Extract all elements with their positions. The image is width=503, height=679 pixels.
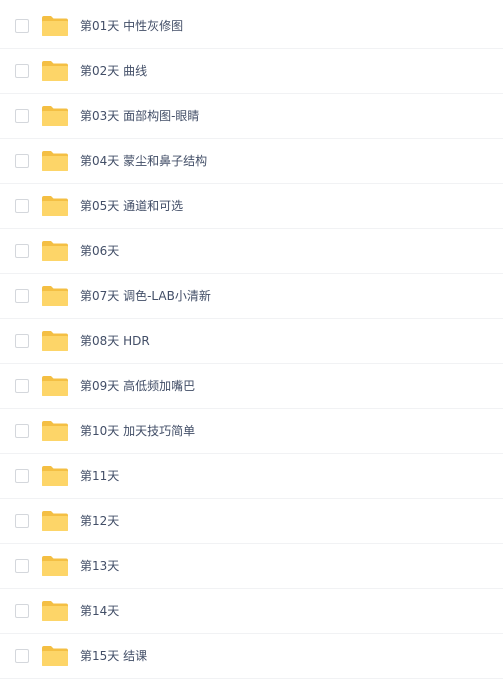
file-row[interactable]: 第04天 蒙尘和鼻子结构 (0, 139, 503, 184)
row-checkbox[interactable] (15, 19, 29, 33)
folder-icon[interactable] (41, 600, 69, 622)
row-checkbox[interactable] (15, 334, 29, 348)
file-row[interactable]: 第06天 (0, 229, 503, 274)
file-row[interactable]: 第10天 加天技巧简单 (0, 409, 503, 454)
file-row[interactable]: 第07天 调色-LAB小清新 (0, 274, 503, 319)
folder-name[interactable]: 第04天 蒙尘和鼻子结构 (80, 153, 207, 169)
folder-name[interactable]: 第03天 面部构图-眼睛 (80, 108, 199, 124)
row-checkbox[interactable] (15, 109, 29, 123)
folder-icon[interactable] (41, 555, 69, 577)
folder-name[interactable]: 第15天 结课 (80, 648, 147, 664)
folder-icon[interactable] (41, 15, 69, 37)
file-row[interactable]: 第08天 HDR (0, 319, 503, 364)
file-row[interactable]: 第12天 (0, 499, 503, 544)
folder-name[interactable]: 第13天 (80, 558, 119, 574)
row-checkbox[interactable] (15, 604, 29, 618)
folder-icon[interactable] (41, 465, 69, 487)
row-checkbox[interactable] (15, 244, 29, 258)
folder-icon[interactable] (41, 105, 69, 127)
folder-icon[interactable] (41, 60, 69, 82)
file-row[interactable]: 第02天 曲线 (0, 49, 503, 94)
folder-icon[interactable] (41, 420, 69, 442)
folder-icon[interactable] (41, 150, 69, 172)
file-list: 第01天 中性灰修图 第02天 曲线第03天 面部构图-眼睛 第04天 蒙尘和鼻子结… (0, 0, 503, 679)
folder-name[interactable]: 第09天 高低频加嘴巴 (80, 378, 195, 394)
folder-name[interactable]: 第10天 加天技巧简单 (80, 423, 195, 439)
folder-icon[interactable] (41, 195, 69, 217)
file-row[interactable]: 第13天 (0, 544, 503, 589)
row-checkbox[interactable] (15, 514, 29, 528)
folder-name[interactable]: 第14天 (80, 603, 119, 619)
row-checkbox[interactable] (15, 469, 29, 483)
file-row[interactable]: 第03天 面部构图-眼睛 (0, 94, 503, 139)
folder-name[interactable]: 第12天 (80, 513, 119, 529)
folder-icon[interactable] (41, 510, 69, 532)
row-checkbox[interactable] (15, 379, 29, 393)
folder-name[interactable]: 第07天 调色-LAB小清新 (80, 288, 211, 304)
row-checkbox[interactable] (15, 424, 29, 438)
folder-icon[interactable] (41, 330, 69, 352)
file-row[interactable]: 第14天 (0, 589, 503, 634)
folder-name[interactable]: 第11天 (80, 468, 119, 484)
row-checkbox[interactable] (15, 154, 29, 168)
folder-icon[interactable] (41, 240, 69, 262)
file-row[interactable]: 第01天 中性灰修图 (0, 4, 503, 49)
row-checkbox[interactable] (15, 649, 29, 663)
folder-icon[interactable] (41, 285, 69, 307)
folder-name[interactable]: 第08天 HDR (80, 333, 150, 349)
file-row[interactable]: 第09天 高低频加嘴巴 (0, 364, 503, 409)
file-row[interactable]: 第11天 (0, 454, 503, 499)
folder-name[interactable]: 第05天 通道和可选 (80, 198, 183, 214)
row-checkbox[interactable] (15, 64, 29, 78)
folder-name[interactable]: 第06天 (80, 243, 119, 259)
row-checkbox[interactable] (15, 199, 29, 213)
folder-icon[interactable] (41, 375, 69, 397)
folder-name[interactable]: 第02天 曲线 (80, 63, 147, 79)
folder-name[interactable]: 第01天 中性灰修图 (80, 18, 183, 34)
folder-icon[interactable] (41, 645, 69, 667)
row-checkbox[interactable] (15, 289, 29, 303)
file-row[interactable]: 第15天 结课 (0, 634, 503, 679)
row-checkbox[interactable] (15, 559, 29, 573)
file-row[interactable]: 第05天 通道和可选 (0, 184, 503, 229)
